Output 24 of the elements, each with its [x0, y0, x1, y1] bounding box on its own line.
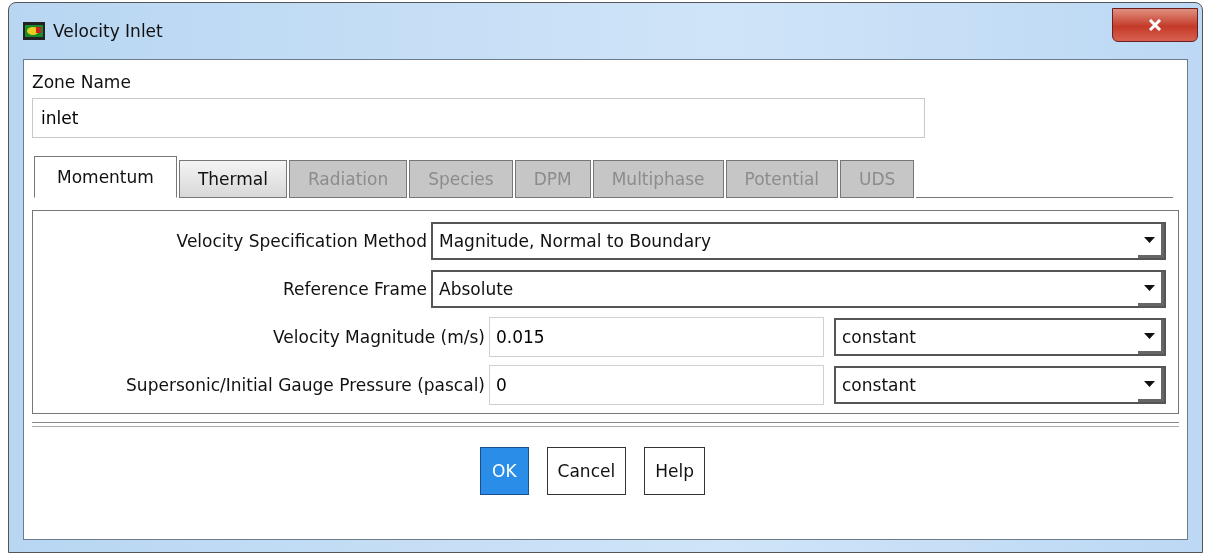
field-label: Velocity Magnitude (m/s) — [273, 327, 485, 347]
dropdown[interactable]: Absolute — [431, 270, 1166, 308]
dropdown[interactable]: constant — [834, 318, 1166, 356]
dialog-button[interactable]: Help — [644, 447, 705, 495]
field-label: Velocity Specification Method — [176, 231, 427, 251]
tab[interactable]: Thermal — [178, 160, 287, 198]
window-title: Velocity Inlet — [53, 21, 163, 41]
field-label: Supersonic/Initial Gauge Pressure (pascal) — [126, 375, 485, 395]
dropdown-arrow-icon — [1144, 332, 1155, 339]
dropdown-arrow-icon — [1144, 380, 1155, 387]
dropdown-arrow-icon — [1144, 236, 1155, 243]
field-label: Reference Frame — [283, 279, 427, 299]
app-icon — [23, 22, 45, 40]
close-icon — [1148, 19, 1162, 31]
input-field[interactable]: 0 — [489, 365, 824, 405]
zone-name-label: Zone Name — [32, 72, 132, 92]
dropdown-arrow-icon — [1144, 284, 1155, 291]
input-field[interactable]: 0.015 — [489, 317, 824, 357]
dropdown[interactable]: constant — [834, 366, 1166, 404]
close-button[interactable] — [1112, 8, 1198, 42]
dialog-button[interactable]: Cancel — [546, 447, 627, 495]
zone-name-field[interactable]: inlet — [32, 98, 925, 138]
tab[interactable]: Momentum — [34, 156, 177, 198]
dropdown[interactable]: Magnitude, Normal to Boundary — [431, 222, 1166, 260]
